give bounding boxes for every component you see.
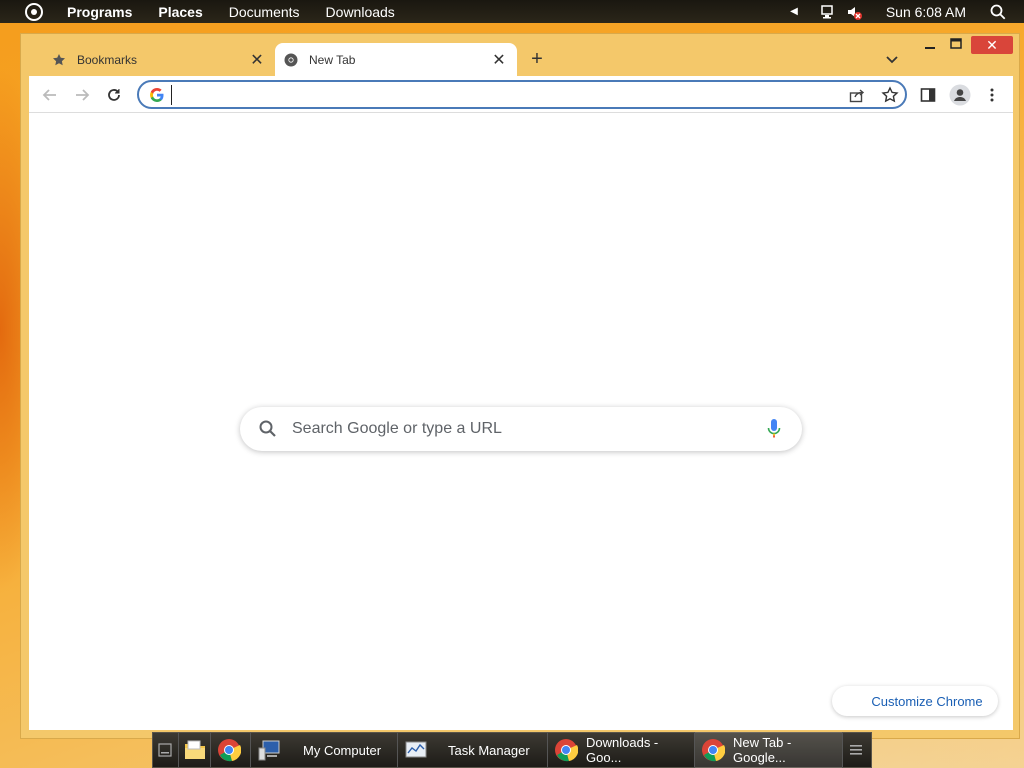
taskbar-chrome-launcher[interactable]: [211, 732, 251, 768]
taskbar-label: Downloads - Goo...: [586, 735, 659, 765]
forward-icon[interactable]: [71, 84, 93, 106]
address-input[interactable]: [171, 85, 811, 105]
bookmark-star-icon[interactable]: [881, 86, 899, 104]
volume-muted-icon[interactable]: [846, 4, 862, 20]
network-icon[interactable]: [820, 4, 836, 20]
show-desktop-icon: [158, 743, 172, 757]
menu-downloads[interactable]: Downloads: [326, 4, 395, 20]
menu-places[interactable]: Places: [158, 4, 202, 20]
taskbar-new-tab-chrome[interactable]: New Tab - Google...: [695, 732, 843, 768]
close-window-button[interactable]: ✕: [971, 36, 1013, 54]
google-icon: [149, 87, 165, 103]
maximize-button[interactable]: [947, 37, 965, 51]
share-icon[interactable]: [849, 87, 865, 103]
back-icon[interactable]: [39, 84, 61, 106]
top-panel: Programs Places Documents Downloads ◀ Su…: [0, 0, 1024, 23]
chrome-icon: [701, 738, 726, 762]
side-panel-icon[interactable]: [917, 84, 939, 106]
start-menu-icon[interactable]: [25, 2, 43, 21]
menu-documents[interactable]: Documents: [229, 4, 300, 20]
more-menu-icon[interactable]: [981, 84, 1003, 106]
minimize-button[interactable]: [921, 37, 939, 51]
taskbar-my-computer[interactable]: My Computer: [251, 732, 398, 768]
tray-expand-icon[interactable]: ◀: [790, 6, 798, 17]
taskbar-task-manager[interactable]: Task Manager: [398, 732, 548, 768]
search-icon[interactable]: [990, 4, 1006, 20]
taskbar-label: My Computer: [303, 742, 382, 758]
microphone-icon[interactable]: [766, 418, 782, 440]
new-tab-button[interactable]: +: [527, 48, 547, 70]
chrome-icon: [554, 738, 579, 762]
taskbar-menu-button[interactable]: [843, 732, 869, 768]
address-bar[interactable]: [137, 80, 907, 109]
tab-bookmarks[interactable]: Bookmarks ✕: [43, 43, 275, 76]
computer-icon: [257, 738, 281, 762]
show-desktop-button[interactable]: [153, 732, 179, 768]
star-icon: [51, 52, 67, 68]
search-placeholder: Search Google or type a URL: [292, 420, 502, 437]
menu-programs[interactable]: Programs: [67, 4, 132, 20]
close-tab-icon[interactable]: ✕: [489, 50, 509, 70]
browser-toolbar: [29, 76, 1013, 113]
new-tab-page: Search Google or type a URL Customize Ch…: [29, 113, 1013, 730]
ntp-search-box[interactable]: Search Google or type a URL: [240, 407, 802, 451]
profile-avatar-icon[interactable]: [949, 84, 971, 106]
close-tab-icon[interactable]: ✕: [247, 50, 267, 70]
tab-search-icon[interactable]: [883, 51, 901, 69]
tab-label: New Tab: [309, 52, 356, 67]
reload-icon[interactable]: [103, 84, 125, 106]
browser-window: Bookmarks ✕ New Tab ✕ + ✕ Search Google …: [20, 33, 1020, 739]
taskbar-label: New Tab - Google...: [733, 735, 792, 765]
chrome-icon: [283, 52, 299, 68]
taskbar-label: Task Manager: [448, 742, 530, 758]
tab-strip: Bookmarks ✕ New Tab ✕ + ✕: [21, 34, 1019, 76]
customize-chrome-button[interactable]: Customize Chrome: [832, 686, 998, 716]
search-icon: [258, 419, 278, 439]
file-manager-icon: [183, 738, 207, 762]
clock[interactable]: Sun 6:08 AM: [886, 4, 966, 20]
hamburger-icon: [849, 743, 863, 757]
chrome-icon: [217, 738, 242, 762]
tab-new-tab[interactable]: New Tab ✕: [275, 43, 517, 76]
taskbar-downloads-chrome[interactable]: Downloads - Goo...: [548, 732, 695, 768]
taskbar-file-manager[interactable]: [179, 732, 211, 768]
tab-label: Bookmarks: [77, 52, 138, 67]
taskbar: My Computer Task Manager Downloads - Goo…: [152, 732, 872, 768]
task-manager-icon: [404, 738, 428, 762]
